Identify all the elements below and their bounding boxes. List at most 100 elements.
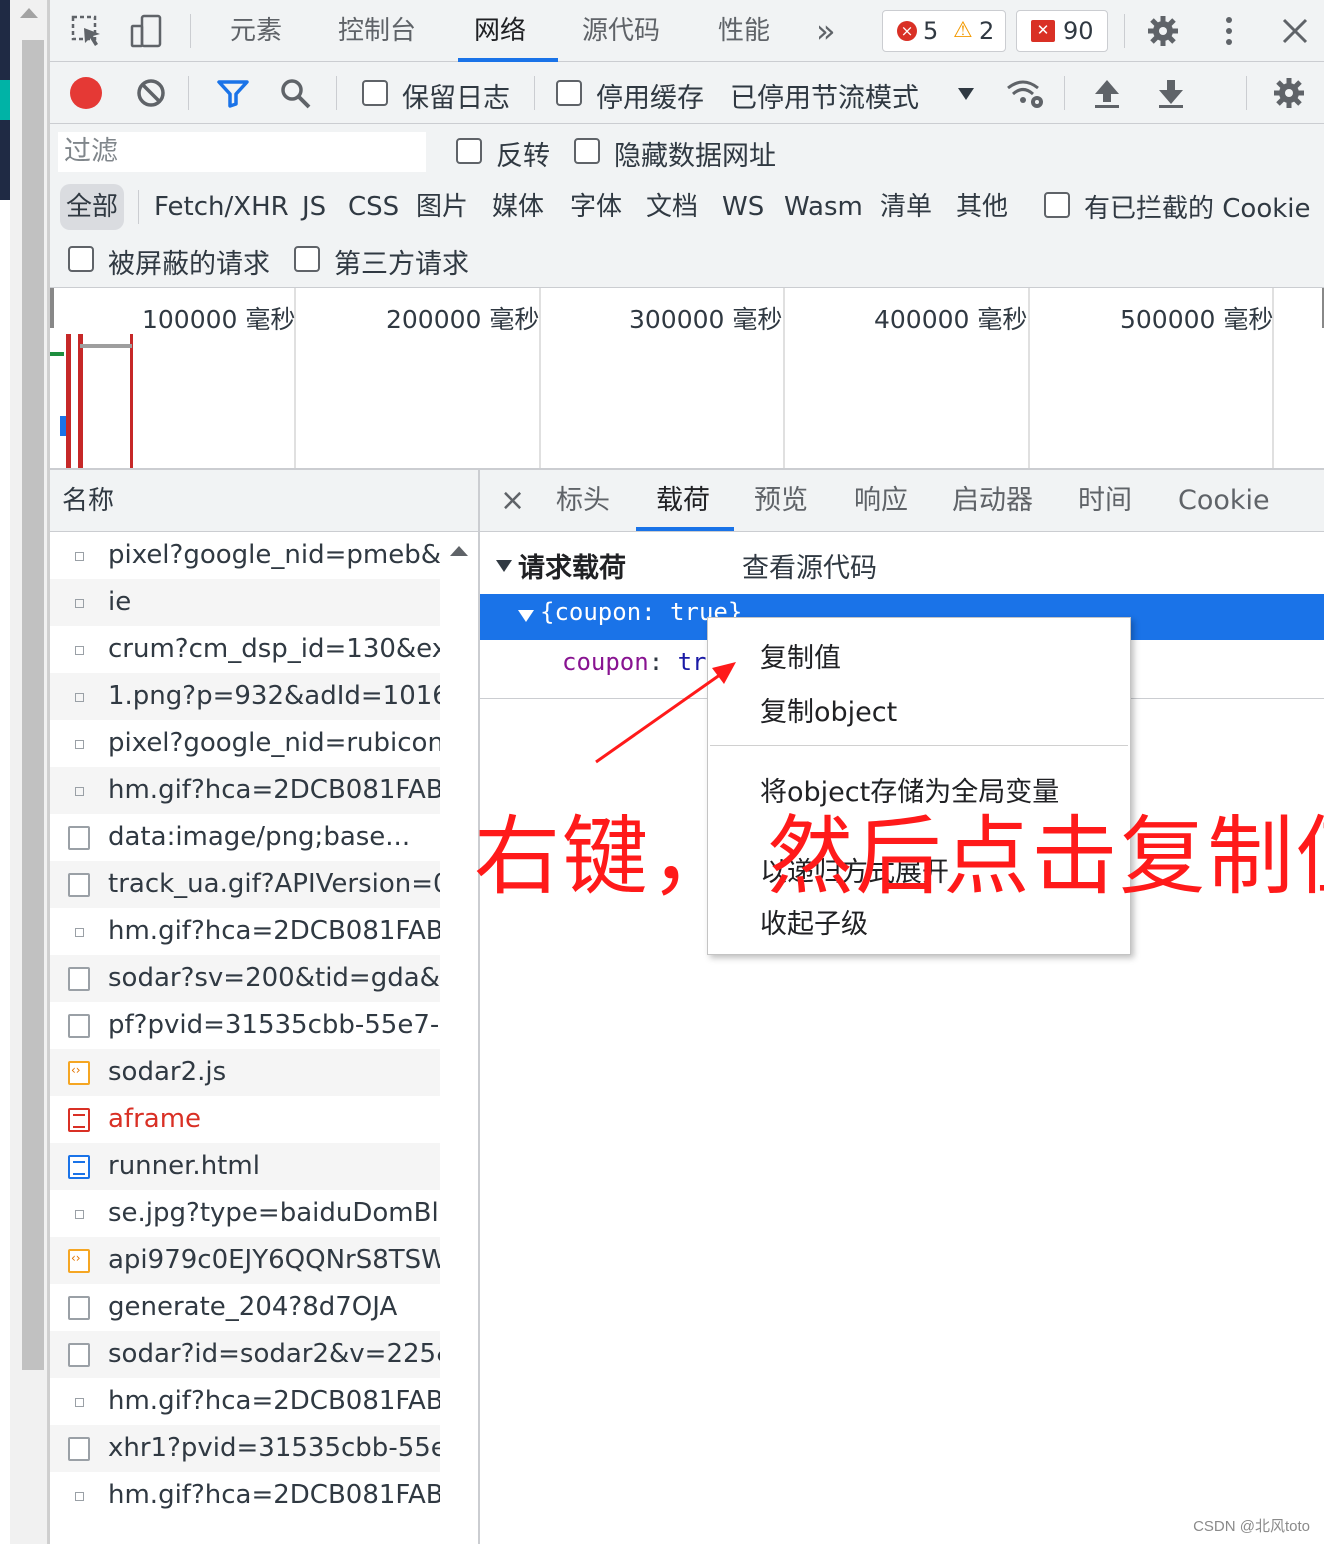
- request-row[interactable]: aframe: [50, 1096, 440, 1143]
- more-tabs-icon[interactable]: »: [816, 0, 836, 62]
- section-expand-icon[interactable]: [496, 560, 512, 572]
- blocked-requests-checkbox[interactable]: [68, 246, 94, 272]
- payload-property-row[interactable]: coupon: tr: [562, 648, 707, 676]
- request-row[interactable]: ie: [50, 579, 440, 626]
- disable-cache-checkbox[interactable]: [556, 80, 582, 106]
- request-row[interactable]: data:image/png;base...: [50, 814, 440, 861]
- scroll-up-arrow-icon[interactable]: [20, 8, 38, 18]
- request-row[interactable]: sodar?sv=200&tid=gda&tv.: [50, 955, 440, 1002]
- request-row[interactable]: 1.png?p=932&adId=101666: [50, 673, 440, 720]
- type-filter-fetch-xhr[interactable]: Fetch/XHR: [154, 184, 289, 230]
- filter-input[interactable]: 过滤: [58, 132, 426, 172]
- request-name: xhr1?pvid=31535cbb-55e7-: [108, 1433, 440, 1463]
- network-conditions-icon[interactable]: [1006, 76, 1043, 110]
- detail-tab-initiator[interactable]: 启动器: [952, 470, 1033, 532]
- scrollbar-thumb[interactable]: [22, 40, 44, 1370]
- tab-sources[interactable]: 源代码: [582, 0, 660, 62]
- type-filter-css[interactable]: CSS: [348, 184, 399, 230]
- name-column-header[interactable]: 名称: [50, 470, 478, 532]
- view-source-link[interactable]: 查看源代码: [742, 546, 877, 585]
- type-filter-other[interactable]: 其他: [956, 184, 1008, 230]
- tab-performance[interactable]: 性能: [718, 0, 770, 62]
- request-row[interactable]: hm.gif?hca=2DCB081FAB6D: [50, 1378, 440, 1425]
- toolbar-divider: [1064, 76, 1065, 110]
- type-filter-doc[interactable]: 文档: [646, 184, 698, 230]
- type-filter-js[interactable]: JS: [302, 184, 326, 230]
- request-row[interactable]: api979c0EJY6QQNrS8TSWw: [50, 1237, 440, 1284]
- settings-gear-icon[interactable]: [1146, 14, 1180, 48]
- page-scrollbar[interactable]: [10, 0, 48, 1544]
- close-detail-icon[interactable]: ×: [500, 470, 525, 532]
- search-icon[interactable]: [278, 76, 312, 110]
- type-filter-img[interactable]: 图片: [416, 184, 468, 230]
- request-bar: [50, 352, 64, 356]
- detail-tab-response[interactable]: 响应: [854, 470, 908, 532]
- request-row[interactable]: runner.html: [50, 1143, 440, 1190]
- request-row[interactable]: hm.gif?hca=2DCB081FAB6D: [50, 767, 440, 814]
- inspect-element-icon[interactable]: [70, 14, 104, 48]
- hide-data-urls-checkbox[interactable]: [574, 138, 600, 164]
- type-filter-ws[interactable]: WS: [722, 184, 764, 230]
- invert-checkbox[interactable]: [456, 138, 482, 164]
- request-name: pixel?google_nid=rubicon&: [108, 728, 440, 758]
- request-bar: [60, 416, 66, 436]
- third-party-checkbox[interactable]: [294, 246, 320, 272]
- detail-tab-payload[interactable]: 载荷: [656, 470, 710, 532]
- close-devtools-icon[interactable]: [1278, 14, 1312, 48]
- import-upload-icon[interactable]: [1090, 76, 1124, 110]
- throttle-select[interactable]: 已停用节流模式: [730, 76, 919, 115]
- request-name: 1.png?p=932&adId=101666: [108, 681, 440, 711]
- tab-network[interactable]: 网络: [474, 0, 526, 62]
- preserve-log-checkbox[interactable]: [362, 80, 388, 106]
- issues-counter[interactable]: ✕ 90: [1016, 10, 1108, 52]
- export-download-icon[interactable]: [1154, 76, 1188, 110]
- request-row[interactable]: sodar?id=sodar2&v=225&t.: [50, 1331, 440, 1378]
- request-name: hm.gif?hca=2DCB081FAB6D: [108, 916, 440, 946]
- request-row[interactable]: pf?pvid=31535cbb-55e7-49: [50, 1002, 440, 1049]
- request-payload-title[interactable]: 请求载荷: [518, 546, 626, 585]
- invert-label: 反转: [496, 141, 550, 172]
- network-settings-gear-icon[interactable]: [1272, 76, 1306, 110]
- detail-tab-cookies[interactable]: Cookie: [1178, 470, 1270, 532]
- detail-tab-preview[interactable]: 预览: [754, 470, 808, 532]
- console-counters[interactable]: × 5 ⚠ 2: [882, 10, 1006, 52]
- request-row[interactable]: pixel?google_nid=rubicon&: [50, 720, 440, 767]
- resource-icon: [68, 732, 90, 756]
- object-expand-icon[interactable]: [518, 610, 534, 622]
- request-row[interactable]: hm.gif?hca=2DCB081FAB6D: [50, 908, 440, 955]
- request-row[interactable]: sodar2.js: [50, 1049, 440, 1096]
- blocked-cookies-checkbox[interactable]: [1044, 192, 1070, 218]
- request-row[interactable]: se.jpg?type=baiduDomBloc: [50, 1190, 440, 1237]
- request-row[interactable]: xhr1?pvid=31535cbb-55e7-: [50, 1425, 440, 1472]
- chevron-down-icon[interactable]: [958, 88, 974, 100]
- record-button[interactable]: [70, 77, 102, 109]
- clear-icon[interactable]: [134, 76, 168, 110]
- page-edge-strip: [0, 0, 10, 1544]
- overview-left-handle[interactable]: [50, 288, 54, 328]
- detail-tab-timing[interactable]: 时间: [1078, 470, 1132, 532]
- scroll-up-arrow-icon[interactable]: [450, 546, 468, 556]
- tab-console[interactable]: 控制台: [338, 0, 416, 62]
- device-toolbar-icon[interactable]: [130, 14, 164, 48]
- filter-funnel-icon[interactable]: [216, 76, 250, 110]
- request-row[interactable]: crum?cm_dsp_id=130&exte: [50, 626, 440, 673]
- network-overview[interactable]: 100000 毫秒 200000 毫秒 300000 毫秒 400000 毫秒 …: [50, 288, 1324, 470]
- error-count: 5: [923, 17, 939, 45]
- menu-item-copy-value[interactable]: 复制值: [760, 636, 841, 675]
- detail-tab-headers[interactable]: 标头: [556, 470, 610, 532]
- type-filter-manifest[interactable]: 清单: [880, 184, 932, 230]
- request-row[interactable]: generate_204?8d7OJA: [50, 1284, 440, 1331]
- type-filter-wasm[interactable]: Wasm: [784, 184, 863, 230]
- request-row[interactable]: hm.gif?hca=2DCB081FAB6D: [50, 1472, 440, 1519]
- type-filter-all[interactable]: 全部: [60, 184, 125, 230]
- more-options-icon[interactable]: [1212, 14, 1246, 48]
- type-filter-font[interactable]: 字体: [570, 184, 622, 230]
- filter-bar: 过滤 反转 隐藏数据网址 全部 Fetch/XHR JS CSS 图片 媒体 字…: [50, 124, 1324, 288]
- tab-elements[interactable]: 元素: [230, 0, 282, 62]
- request-row[interactable]: pixel?google_nid=pmeb&g...: [50, 532, 440, 579]
- request-list-scrollbar[interactable]: [440, 532, 478, 1544]
- request-row[interactable]: track_ua.gif?APIVersion=0.6.: [50, 861, 440, 908]
- type-filter-media[interactable]: 媒体: [492, 184, 544, 230]
- menu-item-copy-object[interactable]: 复制object: [760, 690, 897, 729]
- main-tab-bar: 元素 控制台 网络 源代码 性能 » × 5 ⚠ 2 ✕ 90: [50, 0, 1324, 62]
